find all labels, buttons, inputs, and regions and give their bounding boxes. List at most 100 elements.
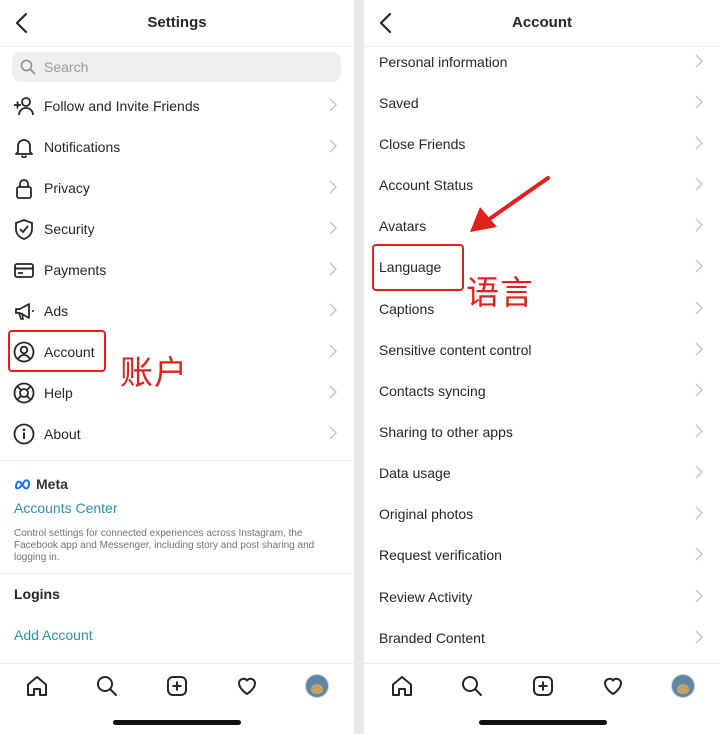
chevron-right-icon <box>695 383 704 397</box>
settings-item-label: Notifications <box>44 138 121 155</box>
page-title: Account <box>512 14 572 31</box>
heart-icon[interactable] <box>234 673 260 699</box>
meta-brand: Meta <box>14 476 68 492</box>
settings-item-label: Payments <box>44 261 107 278</box>
account-item-original-photos[interactable]: Original photos <box>364 493 720 534</box>
settings-item-privacy[interactable]: Privacy <box>0 167 354 208</box>
chevron-right-icon <box>329 98 338 112</box>
settings-item-notifications[interactable]: Notifications <box>0 126 354 167</box>
account-item-sharing[interactable]: Sharing to other apps <box>364 411 720 452</box>
bottom-tab-bar <box>364 663 720 710</box>
chevron-right-icon <box>329 180 338 194</box>
account-item-label: Close Friends <box>379 135 466 152</box>
account-item-label: Data usage <box>379 464 451 481</box>
megaphone-icon <box>12 299 36 323</box>
chevron-right-icon <box>695 342 704 356</box>
lifebuoy-icon <box>12 381 36 405</box>
account-item-label: Sensitive content control <box>379 341 532 358</box>
meta-brand-text: Meta <box>36 476 68 492</box>
account-item-saved[interactable]: Saved <box>364 82 720 123</box>
account-item-contacts-syncing[interactable]: Contacts syncing <box>364 370 720 411</box>
chevron-right-icon <box>695 95 704 109</box>
chevron-right-icon <box>695 547 704 561</box>
settings-item-label: About <box>44 425 81 442</box>
profile-avatar[interactable] <box>304 673 330 699</box>
section-divider <box>0 573 354 574</box>
annotation-account: 账户 <box>120 353 188 392</box>
page-title: Settings <box>147 14 207 31</box>
search-input[interactable] <box>42 58 306 76</box>
account-item-sensitive-content[interactable]: Sensitive content control <box>364 329 720 370</box>
info-icon <box>12 422 36 446</box>
chevron-right-icon <box>329 426 338 440</box>
settings-item-label: Follow and Invite Friends <box>44 97 200 114</box>
bottom-tab-bar <box>0 663 354 710</box>
account-item-label: Original photos <box>379 505 474 522</box>
search-icon[interactable] <box>459 673 485 699</box>
account-item-label: Account Status <box>379 176 474 193</box>
account-item-label: Avatars <box>379 217 427 234</box>
section-divider <box>0 460 354 461</box>
account-item-branded-content[interactable]: Branded Content <box>364 617 720 658</box>
search-icon[interactable] <box>94 673 120 699</box>
account-item-personal-information[interactable]: Personal information <box>364 41 720 82</box>
account-item-captions[interactable]: Captions <box>364 288 720 329</box>
settings-item-ads[interactable]: Ads <box>0 290 354 331</box>
lock-icon <box>12 176 36 200</box>
heart-icon[interactable] <box>600 673 626 699</box>
account-item-label: Sharing to other apps <box>379 423 513 440</box>
account-item-label: Captions <box>379 300 435 317</box>
home-indicator <box>479 720 607 725</box>
add-account-link[interactable]: Add Account <box>14 627 93 643</box>
chevron-right-icon <box>695 218 704 232</box>
avatar <box>671 674 695 698</box>
search-icon <box>20 59 36 75</box>
create-icon[interactable] <box>164 673 190 699</box>
account-item-avatars[interactable]: Avatars <box>364 205 720 246</box>
account-item-request-verification[interactable]: Request verification <box>364 534 720 575</box>
add-person-icon <box>12 94 36 118</box>
settings-item-label: Privacy <box>44 179 90 196</box>
meta-logo-icon <box>14 479 31 490</box>
settings-item-label: Security <box>44 220 95 237</box>
chevron-right-icon <box>329 139 338 153</box>
chevron-right-icon <box>695 506 704 520</box>
chevron-right-icon <box>695 177 704 191</box>
accounts-center-link[interactable]: Accounts Center <box>14 500 118 516</box>
chevron-right-icon <box>329 303 338 317</box>
chevron-right-icon <box>695 424 704 438</box>
chevron-right-icon <box>695 54 704 68</box>
create-icon[interactable] <box>530 673 556 699</box>
home-icon[interactable] <box>389 673 415 699</box>
chevron-right-icon <box>695 589 704 603</box>
account-item-data-usage[interactable]: Data usage <box>364 452 720 493</box>
logins-heading: Logins <box>14 586 60 602</box>
account-item-label: Personal information <box>379 53 508 70</box>
settings-header: Settings <box>0 0 354 47</box>
account-screen: Account Personal information Saved Close… <box>364 0 720 734</box>
settings-item-security[interactable]: Security <box>0 208 354 249</box>
account-item-language[interactable]: Language <box>364 246 720 287</box>
account-item-account-status[interactable]: Account Status <box>364 164 720 205</box>
account-item-label: Request verification <box>379 546 502 563</box>
search-bar[interactable] <box>12 52 341 82</box>
account-header: Account <box>364 0 720 47</box>
profile-avatar[interactable] <box>670 673 696 699</box>
settings-item-follow-invite[interactable]: Follow and Invite Friends <box>0 85 354 126</box>
bell-icon <box>12 135 36 159</box>
chevron-right-icon <box>695 630 704 644</box>
settings-item-payments[interactable]: Payments <box>0 249 354 290</box>
account-item-close-friends[interactable]: Close Friends <box>364 123 720 164</box>
settings-item-label: Help <box>44 384 73 401</box>
home-icon[interactable] <box>24 673 50 699</box>
chevron-right-icon <box>329 344 338 358</box>
account-item-label: Saved <box>379 94 419 111</box>
settings-item-about[interactable]: About <box>0 413 354 454</box>
shield-icon <box>12 217 36 241</box>
account-circle-icon <box>12 340 36 364</box>
account-item-review-activity[interactable]: Review Activity <box>364 576 720 617</box>
card-icon <box>12 258 36 282</box>
chevron-right-icon <box>695 259 704 273</box>
chevron-right-icon <box>329 385 338 399</box>
meta-description: Control settings for connected experienc… <box>14 528 315 563</box>
